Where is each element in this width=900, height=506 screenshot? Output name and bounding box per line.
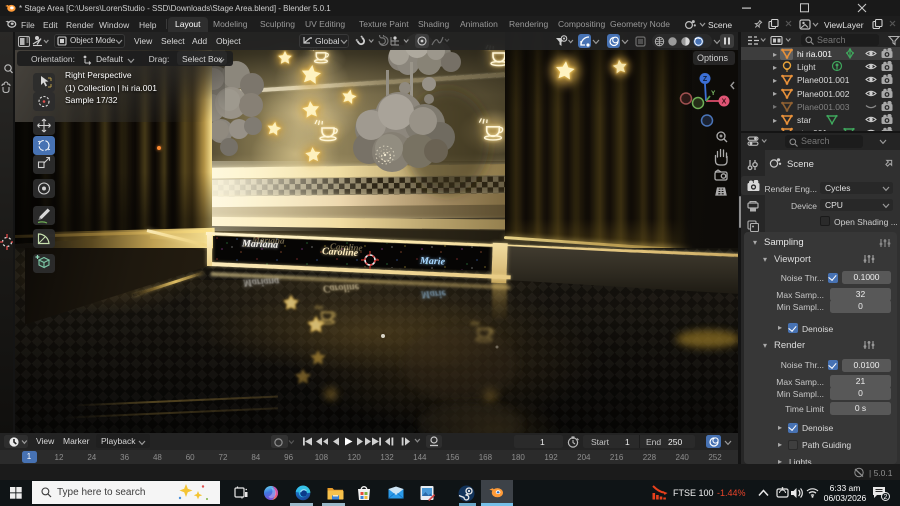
svg-text:Z: Z [703,76,708,83]
svg-text:Y: Y [711,90,716,97]
svg-text:2: 2 [884,494,888,501]
svg-text:X: X [722,99,727,106]
